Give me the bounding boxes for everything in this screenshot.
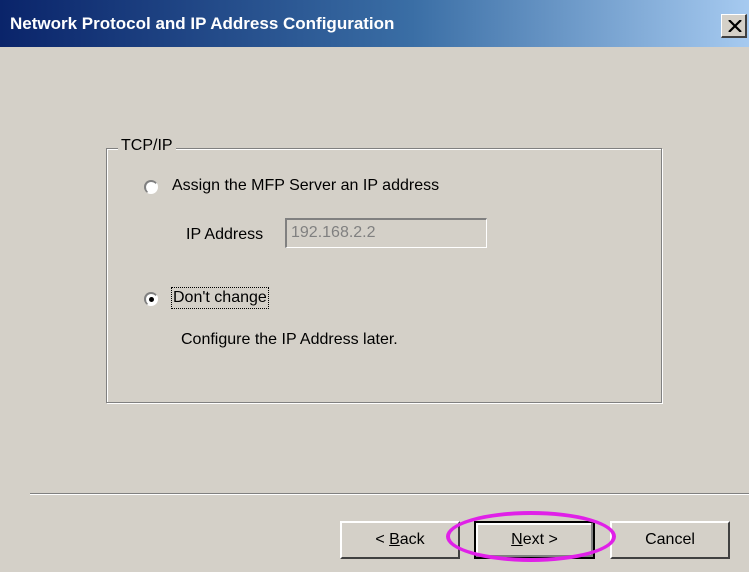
dont-change-label[interactable]: Don't change <box>171 287 269 309</box>
title-bar[interactable]: Network Protocol and IP Address Configur… <box>0 0 749 47</box>
configure-later-note: Configure the IP Address later. <box>181 331 398 348</box>
tcpip-group-label: TCP/IP <box>118 137 176 155</box>
ip-address-field[interactable]: 192.168.2.2 <box>285 218 487 248</box>
assign-ip-label[interactable]: Assign the MFP Server an IP address <box>172 177 439 195</box>
next-mnemonic: N <box>511 531 523 548</box>
dont-change-radio[interactable] <box>144 292 158 306</box>
back-button[interactable]: < Back <box>340 521 460 559</box>
separator-line <box>30 493 749 495</box>
cancel-button[interactable]: Cancel <box>610 521 730 559</box>
radio-selected-dot <box>149 297 154 302</box>
close-button[interactable] <box>721 14 747 38</box>
window-title: Network Protocol and IP Address Configur… <box>10 14 395 33</box>
back-rest: ack <box>399 531 425 548</box>
back-mnemonic: B <box>389 531 400 548</box>
next-rest: ext > <box>522 531 558 548</box>
back-prefix: < <box>375 531 390 548</box>
close-icon <box>728 20 742 32</box>
assign-ip-radio[interactable] <box>144 180 158 194</box>
next-button[interactable]: Next > <box>474 521 595 559</box>
ip-address-label: IP Address <box>186 226 264 243</box>
dialog-window: Network Protocol and IP Address Configur… <box>0 0 749 572</box>
